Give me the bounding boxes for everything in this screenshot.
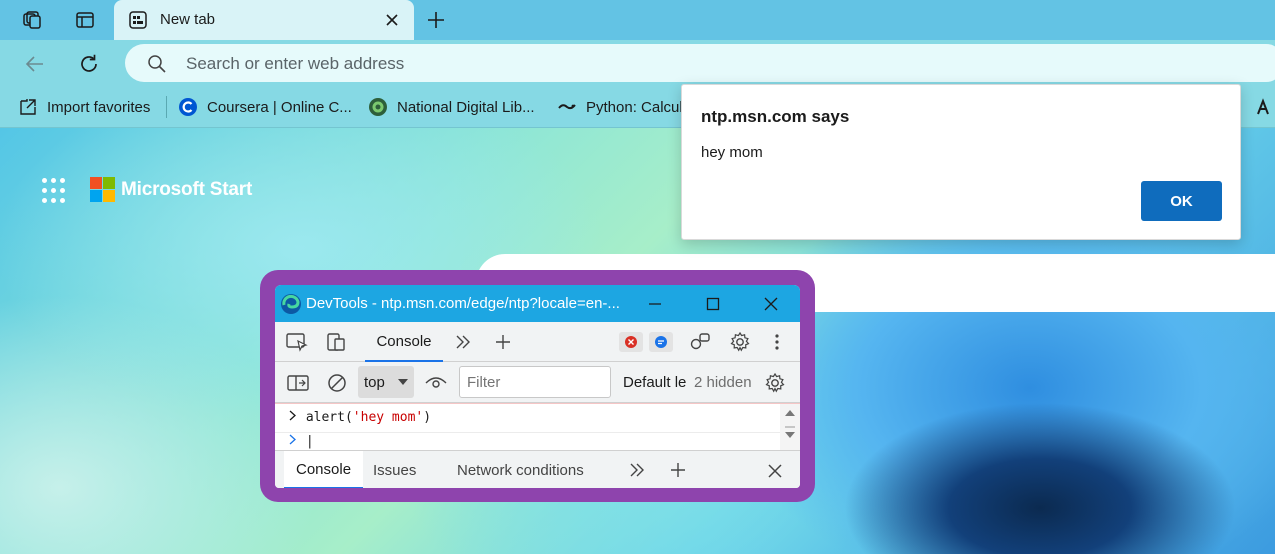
coursera-icon <box>178 97 198 117</box>
console-filter-bar: top Default le 2 hidden <box>275 362 800 403</box>
messages-badge[interactable] <box>649 332 673 352</box>
alert-message: hey mom <box>701 144 763 161</box>
favorite-label: Import favorites <box>47 98 151 116</box>
alert-title: ntp.msn.com says <box>701 107 850 126</box>
more-options-icon[interactable] <box>764 329 790 355</box>
python-site-icon <box>557 97 577 117</box>
back-button[interactable] <box>20 49 50 79</box>
prompt-chevron-icon <box>288 434 298 449</box>
console-scrollbar[interactable] <box>780 404 800 451</box>
devtools-drawer: Console Issues Network conditions <box>275 450 800 488</box>
close-tab-icon[interactable] <box>380 8 404 32</box>
context-value: top <box>364 374 385 391</box>
alert-dialog: ntp.msn.com says hey mom OK <box>681 84 1241 240</box>
navigation-toolbar: Search or enter web address <box>0 40 1275 86</box>
command-string: 'hey mom' <box>352 410 424 425</box>
import-favorites-icon <box>18 97 38 117</box>
favorite-national-digital-library[interactable]: National Digital Lib... <box>368 96 535 118</box>
edge-logo-icon <box>280 293 302 318</box>
tab-console[interactable]: Console <box>365 322 443 362</box>
favorites-divider <box>166 96 167 118</box>
console-prompt-line[interactable]: | <box>288 434 314 449</box>
devtools-window: DevTools - ntp.msn.com/edge/ntp?locale=e… <box>275 285 800 488</box>
caret-down-icon <box>398 374 408 391</box>
favorite-python[interactable]: Python: Calcul <box>557 96 683 118</box>
devtools-title-bar[interactable]: DevTools - ntp.msn.com/edge/ntp?locale=e… <box>275 285 800 322</box>
microsoft-logo-icon <box>90 177 115 202</box>
new-tab-page-icon <box>128 10 148 33</box>
devtools-tab-bar: Console <box>275 322 800 362</box>
console-filter-input[interactable] <box>459 366 611 398</box>
inspect-element-icon[interactable] <box>284 329 310 355</box>
new-tab-button[interactable] <box>422 6 450 34</box>
favorite-label: Python: Calcul <box>586 98 683 116</box>
tab-title: New tab <box>160 11 216 28</box>
drawer-tab-network-conditions[interactable]: Network conditions <box>457 451 584 488</box>
drawer-tab-console[interactable]: Console <box>284 451 364 488</box>
app-launcher-icon[interactable] <box>42 177 66 203</box>
address-placeholder: Search or enter web address <box>186 54 405 73</box>
command-text: alert( <box>305 410 353 425</box>
prompt-cursor: | <box>305 434 314 449</box>
favorite-label: National Digital Lib... <box>397 98 535 116</box>
hidden-messages-count: 2 hidden <box>694 374 752 391</box>
tab-actions-icon[interactable] <box>71 6 99 34</box>
live-expression-eye-icon[interactable] <box>423 370 449 396</box>
microsoft-start-brand[interactable]: Microsoft Start <box>121 179 252 201</box>
add-tab-icon[interactable] <box>490 329 516 355</box>
reload-button[interactable] <box>74 49 104 79</box>
alert-ok-button[interactable]: OK <box>1141 181 1222 221</box>
favorite-coursera[interactable]: Coursera | Online C... <box>178 96 352 118</box>
device-emulation-icon[interactable] <box>324 329 350 355</box>
chevron-right-icon <box>288 410 298 425</box>
command-close: ) <box>423 410 432 425</box>
close-window-icon[interactable] <box>758 291 784 317</box>
ndl-icon <box>368 97 388 117</box>
console-command-line: alert('hey mom') <box>288 410 431 425</box>
microsoft-start-header: Microsoft Start <box>42 177 252 203</box>
console-settings-gear-icon[interactable] <box>762 370 788 396</box>
tab-strip: New tab <box>0 0 1275 41</box>
favorite-import-favorites[interactable]: Import favorites <box>18 96 150 118</box>
drawer-add-tab-icon[interactable] <box>665 457 691 483</box>
devtools-title: DevTools - ntp.msn.com/edge/ntp?locale=e… <box>306 295 620 312</box>
minimize-icon[interactable] <box>642 291 668 317</box>
drawer-more-tabs-icon[interactable] <box>624 457 650 483</box>
feedback-icon[interactable] <box>687 329 713 355</box>
settings-gear-icon[interactable] <box>727 329 753 355</box>
close-drawer-icon[interactable] <box>762 458 788 484</box>
favorite-label: Coursera | Online C... <box>207 98 352 116</box>
show-sidebar-icon[interactable] <box>285 370 311 396</box>
workspaces-icon[interactable] <box>18 6 46 34</box>
tab-new-tab[interactable]: New tab <box>114 0 414 41</box>
more-tabs-icon[interactable] <box>450 329 476 355</box>
console-divider <box>275 432 780 433</box>
favorites-overflow-icon[interactable] <box>1255 96 1271 118</box>
drawer-tab-issues[interactable]: Issues <box>373 451 416 488</box>
clear-console-icon[interactable] <box>324 370 350 396</box>
console-output[interactable]: alert('hey mom') | <box>275 403 800 451</box>
errors-badge[interactable] <box>619 332 643 352</box>
address-bar[interactable]: Search or enter web address <box>125 44 1275 82</box>
search-icon <box>147 54 167 77</box>
context-selector[interactable]: top <box>358 366 414 398</box>
log-levels-dropdown[interactable]: Default le <box>623 374 686 391</box>
maximize-icon[interactable] <box>700 291 726 317</box>
